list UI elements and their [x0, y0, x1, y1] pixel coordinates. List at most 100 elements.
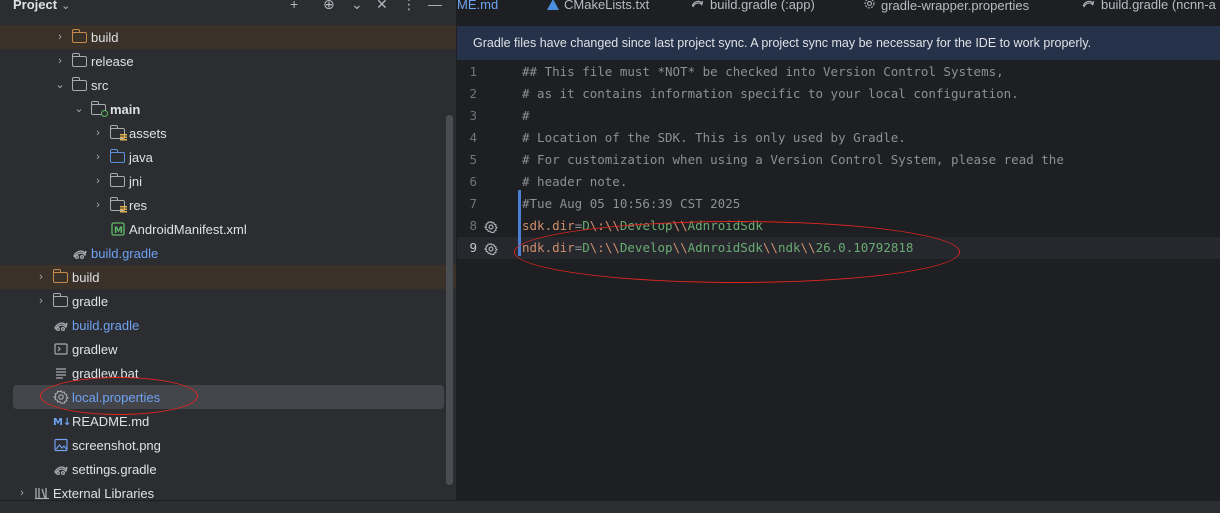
tree-item-build[interactable]: › build — [0, 25, 456, 49]
line-number: 9 — [469, 240, 477, 255]
tree-item-label: src — [91, 77, 109, 93]
chevron-right-icon[interactable]: › — [92, 199, 104, 211]
code-line-4[interactable]: 4 # Location of the SDK. This is only use… — [457, 130, 1220, 152]
tree-item-jni[interactable]: › jni — [0, 169, 456, 193]
tree-item-screenshot-png[interactable]: screenshot.png — [0, 433, 456, 457]
chevron-right-icon[interactable]: › — [92, 127, 104, 139]
chevron-right-icon[interactable]: › — [35, 271, 47, 283]
code-line-2[interactable]: 2 # as it contains information specific t… — [457, 86, 1220, 108]
tree-scrollbar[interactable] — [446, 115, 453, 485]
tree-item-label: gradlew — [72, 341, 118, 357]
tree-item-res[interactable]: › res — [0, 193, 456, 217]
line-number: 8 — [469, 218, 477, 233]
tree-item-release[interactable]: › release — [0, 49, 456, 73]
chevron-right-icon[interactable]: › — [16, 487, 28, 499]
code-line-7[interactable]: 7 #Tue Aug 05 10:56:39 CST 2025 — [457, 196, 1220, 218]
annotation-ring-local-properties — [40, 377, 198, 415]
tree-item-gradle[interactable]: › gradle — [0, 289, 456, 313]
line-number: 5 — [469, 152, 477, 167]
project-panel: Project ⌄ + ⊕ ⌄ ✕ ⋮ — › build › release ⌄ src ⌄… — [0, 0, 456, 513]
terminal-icon — [53, 341, 69, 357]
settings-icon — [863, 0, 876, 13]
banner-text: Gradle files have changed since last pro… — [473, 36, 1092, 50]
status-bar — [0, 500, 1220, 513]
folder-icon — [52, 269, 68, 283]
tree-item-label: assets — [129, 125, 167, 141]
tree-item-src[interactable]: ⌄ src — [0, 73, 456, 97]
folder-icon — [90, 101, 108, 117]
tree-item-label: gradle — [72, 293, 109, 309]
gradle-sync-banner: Gradle files have changed since last pro… — [457, 26, 1220, 60]
folder-icon — [109, 125, 127, 141]
tree-item-androidmanifest-xml[interactable]: M AndroidManifest.xml — [0, 217, 456, 241]
code-text: # as it contains information specific to… — [522, 86, 1019, 101]
chevron-down-icon[interactable]: ⌄ — [73, 103, 85, 115]
tab-label: build.gradle (ncnn-a — [1101, 0, 1216, 12]
code-text: # — [522, 108, 530, 123]
tree-item-label: README.md — [72, 413, 150, 429]
project-title: Project — [13, 0, 58, 12]
svg-text:M: M — [114, 226, 123, 236]
line-number: 4 — [469, 130, 477, 145]
chevron-right-icon[interactable]: › — [54, 55, 66, 67]
tree-item-settings-gradle[interactable]: settings.gradle — [0, 457, 456, 481]
tree-item-label: main — [110, 101, 141, 117]
gradle-icon — [1081, 0, 1096, 12]
line-number: 1 — [469, 64, 477, 79]
code-text: ## This file must *NOT* be checked into … — [522, 64, 1004, 79]
code-line-3[interactable]: 3 # — [457, 108, 1220, 130]
tab-label: CMakeLists.txt — [564, 0, 650, 12]
tree-item-build[interactable]: › build — [0, 265, 456, 289]
tree-item-label: res — [129, 197, 148, 213]
code-line-5[interactable]: 5 # For customization when using a Versio… — [457, 152, 1220, 174]
tree-item-build-gradle[interactable]: build.gradle — [0, 313, 456, 337]
chevron-right-icon[interactable]: › — [92, 175, 104, 187]
tree-item-label: build — [91, 29, 119, 45]
tree-item-main[interactable]: ⌄ main — [0, 97, 456, 121]
add-icon[interactable]: + — [290, 0, 298, 12]
project-view-selector[interactable]: Project ⌄ — [13, 0, 70, 12]
tab-label: build.gradle (:app) — [710, 0, 815, 12]
tree-item-java[interactable]: › java — [0, 145, 456, 169]
folder-icon — [109, 149, 125, 163]
chevron-right-icon[interactable]: › — [92, 151, 104, 163]
gradle-icon — [53, 317, 69, 333]
code-text: #Tue Aug 05 10:56:39 CST 2025 — [522, 196, 741, 211]
line-number: 2 — [469, 86, 477, 101]
tree-item-label: build.gradle — [72, 317, 140, 333]
collapse-icon[interactable]: ✕ — [376, 0, 388, 12]
chevron-down-icon[interactable]: ⌄ — [54, 79, 66, 91]
tab-cmakelists-txt[interactable]: CMakeLists.txt — [547, 0, 649, 12]
gear-icon[interactable] — [483, 220, 498, 234]
tab-build-gradle-app-[interactable]: build.gradle (:app) — [690, 0, 815, 12]
editor-tabs: ME.md CMakeLists.txt build.gradle (:app) gr… — [457, 0, 1220, 14]
more-icon[interactable]: ⋮ — [402, 0, 416, 12]
gear-icon[interactable] — [483, 242, 498, 256]
folder-icon — [109, 173, 125, 187]
expand-all-icon[interactable]: ⌄ — [351, 0, 363, 12]
folder-icon — [52, 293, 68, 307]
tree-item-build-gradle[interactable]: build.gradle — [0, 241, 456, 265]
tree-item-readme-md[interactable]: M↓ README.md — [0, 409, 456, 433]
code-line-1[interactable]: 1 ## This file must *NOT* be checked into… — [457, 64, 1220, 86]
code-line-6[interactable]: 6 # header note. — [457, 174, 1220, 196]
minimize-icon[interactable]: — — [428, 0, 442, 12]
tree-item-assets[interactable]: › assets — [0, 121, 456, 145]
tree-item-gradlew[interactable]: gradlew — [0, 337, 456, 361]
target-icon[interactable]: ⊕ — [323, 0, 335, 12]
tab-gradle-wrapper-properties[interactable]: gradle-wrapper.properties — [863, 0, 1029, 13]
folder-icon — [71, 53, 87, 67]
chevron-right-icon[interactable]: › — [54, 31, 66, 43]
tree-item-label: java — [129, 149, 153, 165]
chevron-right-icon[interactable]: › — [35, 295, 47, 307]
tab-me-md[interactable]: ME.md — [457, 0, 498, 12]
folder-icon — [71, 29, 87, 43]
line-number: 6 — [469, 174, 477, 189]
code-text: # Location of the SDK. This is only used… — [522, 130, 906, 145]
text-file-icon — [53, 365, 69, 381]
tree-item-label: External Libraries — [53, 485, 155, 501]
gradle-icon — [72, 245, 88, 261]
tree-item-label: build — [72, 269, 100, 285]
tab-build-gradle-ncnn-a[interactable]: build.gradle (ncnn-a — [1081, 0, 1216, 12]
tree-item-label: settings.gradle — [72, 461, 157, 477]
